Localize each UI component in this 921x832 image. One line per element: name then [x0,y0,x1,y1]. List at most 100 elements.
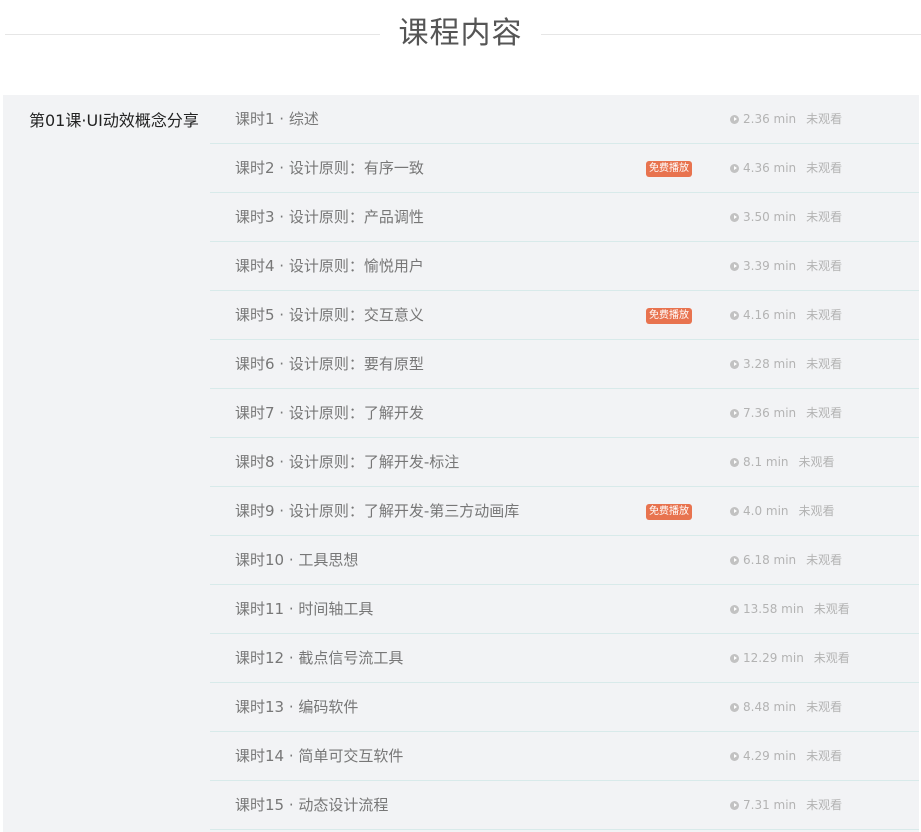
lesson-row[interactable]: 课时7 · 设计原则：了解开发 7.36 min 未观看 [210,389,919,438]
play-circle-icon [730,703,739,712]
duration-text: 13.58 min [743,602,804,616]
play-circle-icon [730,654,739,663]
lesson-duration: 4.36 min 未观看 [730,144,842,192]
chapter-title: 第01课·UI动效概念分享 [29,111,199,130]
duration-text: 3.39 min [743,259,797,273]
lesson-row[interactable]: 课时14 · 简单可交互软件 4.29 min 未观看 [210,732,919,781]
play-circle-icon [730,801,739,810]
watch-status: 未观看 [806,308,843,322]
duration-text: 7.36 min [743,406,797,420]
lesson-title[interactable]: 课时5 · 设计原则：交互意义 [235,291,424,339]
watch-status: 未观看 [806,553,843,567]
lesson-duration: 3.50 min 未观看 [730,193,842,241]
lesson-title[interactable]: 课时6 · 设计原则：要有原型 [235,340,424,388]
watch-status: 未观看 [806,112,843,126]
lesson-title[interactable]: 课时10 · 工具思想 [235,536,358,584]
watch-status: 未观看 [806,749,843,763]
lesson-duration: 4.29 min 未观看 [730,732,842,780]
lesson-duration: 7.31 min 未观看 [730,781,842,829]
header-divider-left [5,34,380,35]
free-play-badge[interactable]: 免费播放 [646,504,692,520]
lesson-row[interactable]: 课时9 · 设计原则：了解开发-第三方动画库 免费播放 4.0 min 未观看 [210,487,919,536]
watch-status: 未观看 [806,357,843,371]
lesson-row[interactable]: 课时2 · 设计原则：有序一致 免费播放 4.36 min 未观看 [210,144,919,193]
lesson-duration: 2.36 min 未观看 [730,95,842,143]
watch-status: 未观看 [798,455,835,469]
lesson-duration: 3.39 min 未观看 [730,242,842,290]
play-circle-icon [730,213,739,222]
lesson-list: 课时1 · 综述 2.36 min 未观看 课时2 · 设计原则：有序一致 免费播放 4.… [210,95,919,830]
lesson-title[interactable]: 课时4 · 设计原则：愉悦用户 [235,242,424,290]
lesson-title[interactable]: 课时8 · 设计原则：了解开发-标注 [235,438,459,486]
lesson-row[interactable]: 课时3 · 设计原则：产品调性 3.50 min 未观看 [210,193,919,242]
duration-text: 2.36 min [743,112,797,126]
duration-text: 8.48 min [743,700,797,714]
duration-text: 6.18 min [743,553,797,567]
lesson-duration: 6.18 min 未观看 [730,536,842,584]
lesson-row[interactable]: 课时8 · 设计原则：了解开发-标注 8.1 min 未观看 [210,438,919,487]
watch-status: 未观看 [806,798,843,812]
play-circle-icon [730,262,739,271]
lesson-title[interactable]: 课时2 · 设计原则：有序一致 [235,144,424,192]
play-circle-icon [730,556,739,565]
watch-status: 未观看 [806,210,843,224]
play-circle-icon [730,360,739,369]
section-title: 课程内容 [398,16,523,51]
watch-status: 未观看 [798,504,835,518]
lesson-duration: 4.16 min 未观看 [730,291,842,339]
play-circle-icon [730,752,739,761]
play-circle-icon [730,605,739,614]
play-circle-icon [730,115,739,124]
play-circle-icon [730,311,739,320]
duration-text: 12.29 min [743,651,804,665]
play-circle-icon [730,507,739,516]
lesson-title[interactable]: 课时1 · 综述 [235,95,319,143]
play-circle-icon [730,409,739,418]
lesson-row[interactable]: 课时1 · 综述 2.36 min 未观看 [210,95,919,144]
lesson-title[interactable]: 课时9 · 设计原则：了解开发-第三方动画库 [235,487,519,535]
lesson-duration: 4.0 min 未观看 [730,487,835,535]
watch-status: 未观看 [813,651,850,665]
lesson-title[interactable]: 课时7 · 设计原则：了解开发 [235,389,424,437]
lesson-title[interactable]: 课时15 · 动态设计流程 [235,781,388,829]
lesson-duration: 3.28 min 未观看 [730,340,842,388]
watch-status: 未观看 [806,259,843,273]
watch-status: 未观看 [813,602,850,616]
lesson-row[interactable]: 课时15 · 动态设计流程 7.31 min 未观看 [210,781,919,830]
watch-status: 未观看 [806,700,843,714]
lesson-row[interactable]: 课时10 · 工具思想 6.18 min 未观看 [210,536,919,585]
lesson-row[interactable]: 课时5 · 设计原则：交互意义 免费播放 4.16 min 未观看 [210,291,919,340]
lesson-title[interactable]: 课时13 · 编码软件 [235,683,358,731]
duration-text: 3.28 min [743,357,797,371]
lesson-duration: 8.1 min 未观看 [730,438,835,486]
lesson-title[interactable]: 课时12 · 截点信号流工具 [235,634,403,682]
free-play-badge[interactable]: 免费播放 [646,161,692,177]
duration-text: 4.0 min [743,504,789,518]
duration-text: 7.31 min [743,798,797,812]
lesson-row[interactable]: 课时4 · 设计原则：愉悦用户 3.39 min 未观看 [210,242,919,291]
watch-status: 未观看 [806,161,843,175]
lesson-row[interactable]: 课时11 · 时间轴工具 13.58 min 未观看 [210,585,919,634]
header-divider-right [541,34,921,35]
duration-text: 8.1 min [743,455,789,469]
duration-text: 3.50 min [743,210,797,224]
duration-text: 4.29 min [743,749,797,763]
free-play-badge[interactable]: 免费播放 [646,308,692,324]
lesson-row[interactable]: 课时13 · 编码软件 8.48 min 未观看 [210,683,919,732]
lesson-duration: 12.29 min 未观看 [730,634,850,682]
lesson-duration: 7.36 min 未观看 [730,389,842,437]
section-header: 课程内容 [0,0,921,72]
play-circle-icon [730,458,739,467]
course-chapter: 第01课·UI动效概念分享 课时1 · 综述 2.36 min 未观看 课时2 · 设… [3,95,919,832]
lesson-duration: 13.58 min 未观看 [730,585,850,633]
lesson-duration: 8.48 min 未观看 [730,683,842,731]
watch-status: 未观看 [806,406,843,420]
lesson-title[interactable]: 课时14 · 简单可交互软件 [235,732,403,780]
lesson-title[interactable]: 课时11 · 时间轴工具 [235,585,373,633]
duration-text: 4.16 min [743,308,797,322]
lesson-row[interactable]: 课时6 · 设计原则：要有原型 3.28 min 未观看 [210,340,919,389]
duration-text: 4.36 min [743,161,797,175]
lesson-title[interactable]: 课时3 · 设计原则：产品调性 [235,193,424,241]
play-circle-icon [730,164,739,173]
lesson-row[interactable]: 课时12 · 截点信号流工具 12.29 min 未观看 [210,634,919,683]
